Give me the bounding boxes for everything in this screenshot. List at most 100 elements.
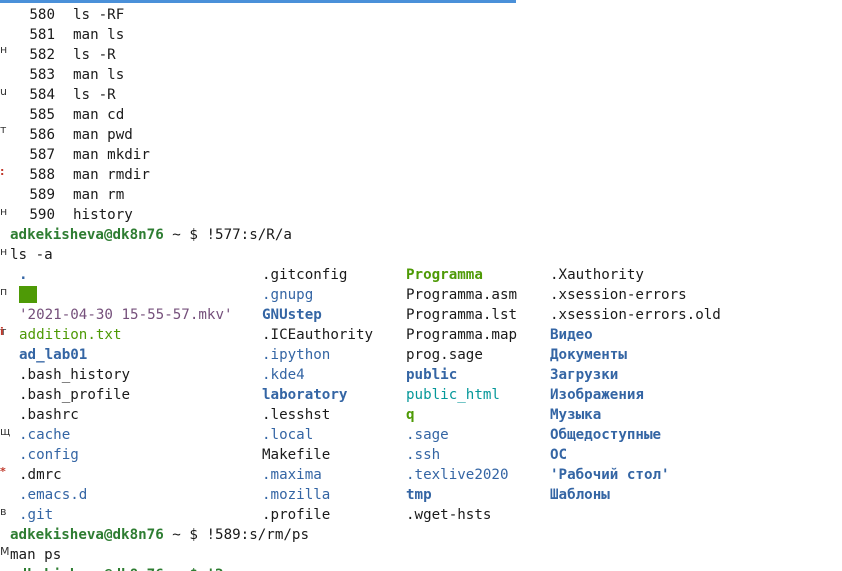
- file-entry: .wget-hsts: [406, 507, 492, 523]
- listing-row: addition.txt .ICEauthority Programma.map Ви…: [10, 325, 842, 345]
- prompt-user: adkekisheva@dk8n76: [10, 527, 164, 543]
- gutter-glyph: i: [0, 325, 4, 338]
- file-entry: Видео: [550, 327, 593, 343]
- listing-row: .cache .local .sage Общедоступные: [10, 425, 842, 445]
- file-entry: .mozilla: [262, 487, 331, 503]
- history-command: man rmdir: [73, 167, 150, 183]
- history-entry: 583 man ls: [10, 65, 842, 85]
- history-number: 582: [29, 47, 55, 63]
- history-command: man ls: [73, 27, 125, 43]
- history-number: 581: [29, 27, 55, 43]
- file-entry: .gnupg: [262, 287, 314, 303]
- file-entry: .xsession-errors: [550, 287, 687, 303]
- file-entry: .xsession-errors.old: [550, 307, 721, 323]
- history-entry: 585 man cd: [10, 105, 842, 125]
- command-echo: ls -a: [10, 247, 53, 263]
- listing-row: . .gitconfig Programma .Xauthority: [10, 265, 842, 285]
- background-window-sliver: н u т : н н п т i щ * в М: [0, 0, 10, 571]
- listing-row: '2021-04-30 15-55-57.mkv' GNUstep Programm…: [10, 305, 842, 325]
- gutter-glyph: п: [0, 285, 8, 298]
- gutter-glyph: u: [0, 85, 7, 98]
- file-entry: .cache: [19, 427, 71, 443]
- listing-row: .bash_history .kde4 public Загрузки: [10, 365, 842, 385]
- file-entry: Общедоступные: [550, 427, 662, 443]
- history-entry: 588 man rmdir: [10, 165, 842, 185]
- file-entry: .bashrc: [19, 407, 79, 423]
- file-entry: .profile: [262, 507, 331, 523]
- file-entry: Музыка: [550, 407, 602, 423]
- gutter-glyph: М: [0, 545, 10, 558]
- prompt-line: adkekisheva@dk8n76 ~ $ !589:s/rm/ps: [10, 525, 842, 545]
- file-entry: Изображения: [550, 387, 644, 403]
- file-entry: GNUstep: [262, 307, 322, 323]
- history-command: man cd: [73, 107, 125, 123]
- listing-row: .bashrc .lesshst q Музыка: [10, 405, 842, 425]
- history-number: 585: [29, 107, 55, 123]
- history-entry: 587 man mkdir: [10, 145, 842, 165]
- history-command: man ls: [73, 67, 125, 83]
- terminal-output[interactable]: 580 ls -RF 581 man ls 582 ls -R 583 man ls 584 ls…: [10, 5, 842, 565]
- history-command: man mkdir: [73, 147, 150, 163]
- history-command: ls -RF: [73, 7, 125, 23]
- ls-listing: . .gitconfig Programma .Xauthority .gnupg Pro…: [10, 265, 842, 525]
- file-entry: prog.sage: [406, 347, 483, 363]
- file-entry: Документы: [550, 347, 627, 363]
- gutter-glyph: в: [0, 505, 7, 518]
- file-entry: public_html: [406, 387, 500, 403]
- file-entry: .: [19, 267, 28, 283]
- file-entry: ОС: [550, 447, 568, 463]
- listing-row: .emacs.d .mozilla tmp Шаблоны: [10, 485, 842, 505]
- file-entry: .lesshst: [262, 407, 331, 423]
- history-entry: 582 ls -R: [10, 45, 842, 65]
- file-entry: .config: [19, 447, 79, 463]
- history-number: 583: [29, 67, 55, 83]
- file-entry: .ssh: [406, 447, 441, 463]
- file-entry: Makefile: [262, 447, 331, 463]
- file-entry: Шаблоны: [550, 487, 610, 503]
- active-tab-indicator: [0, 0, 516, 3]
- file-entry: [19, 285, 37, 305]
- file-entry: .bash_profile: [19, 387, 131, 403]
- file-entry: .texlive2020: [406, 467, 509, 483]
- history-command: man rm: [73, 187, 125, 203]
- command-text: !589:s/rm/ps: [206, 527, 309, 543]
- listing-row: .dmrc .maxima .texlive2020 'Рабочий стол': [10, 465, 842, 485]
- listing-row: ad_lab01 .ipython prog.sage Документы: [10, 345, 842, 365]
- history-entry: 586 man pwd: [10, 125, 842, 145]
- file-entry: Programma: [406, 267, 483, 283]
- file-entry: .maxima: [262, 467, 322, 483]
- gutter-glyph: :: [0, 165, 5, 178]
- gutter-glyph: т: [0, 123, 7, 136]
- file-entry: .local: [262, 427, 314, 443]
- file-entry: addition.txt: [19, 327, 122, 343]
- file-entry: .dmrc: [19, 467, 62, 483]
- history-number: 580: [29, 7, 55, 23]
- history-number: 587: [29, 147, 55, 163]
- history-number: 586: [29, 127, 55, 143]
- file-entry: .emacs.d: [19, 487, 88, 503]
- file-entry: .kde4: [262, 367, 305, 383]
- history-entry: 580 ls -RF: [10, 5, 842, 25]
- history-number: 588: [29, 167, 55, 183]
- file-entry: .git: [19, 507, 54, 523]
- window-top-edge: [0, 0, 842, 3]
- file-entry: tmp: [406, 487, 432, 503]
- history-number: 589: [29, 187, 55, 203]
- gutter-glyph: н: [0, 245, 8, 258]
- file-entry: ad_lab01: [19, 347, 88, 363]
- history-entry: 590 history: [10, 205, 842, 225]
- command-text: !577:s/R/a: [206, 227, 292, 243]
- prompt-tilde: ~: [172, 527, 181, 543]
- history-command: ls -R: [73, 87, 116, 103]
- partial-prompt-line: adkekisheva@dk8n76 ~ $ !2: [10, 565, 224, 571]
- history-command: man pwd: [73, 127, 133, 143]
- listing-row: .git .profile .wget-hsts: [10, 505, 842, 525]
- file-entry: 'Рабочий стол': [550, 467, 670, 483]
- file-entry: laboratory: [262, 387, 348, 403]
- file-entry: Загрузки: [550, 367, 619, 383]
- history-command: ls -R: [73, 47, 116, 63]
- prompt-user: adkekisheva@dk8n76: [10, 227, 164, 243]
- file-entry: q: [406, 407, 415, 423]
- history-command: history: [73, 207, 133, 223]
- listing-row: .config Makefile .ssh ОС: [10, 445, 842, 465]
